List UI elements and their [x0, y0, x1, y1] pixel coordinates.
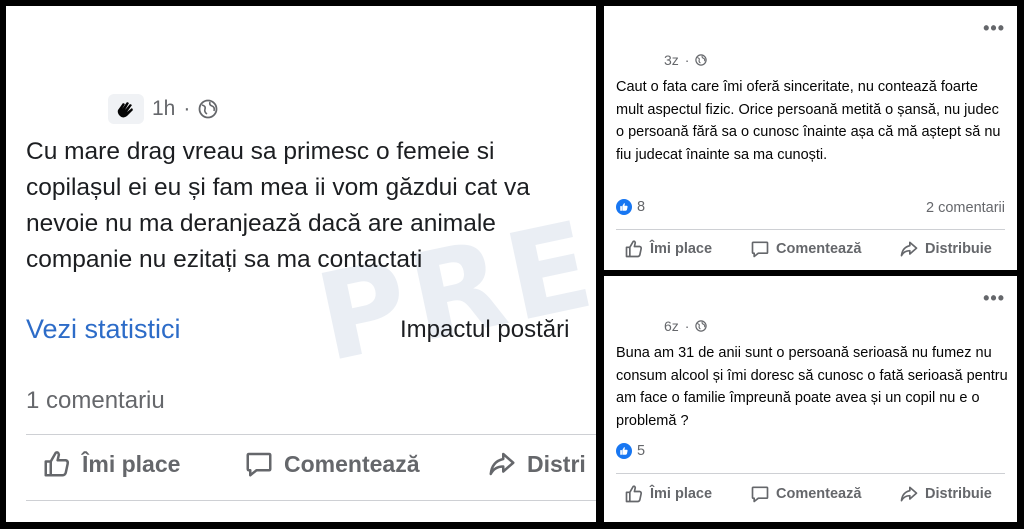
share-button[interactable]: Distribuie	[899, 484, 992, 504]
share-button[interactable]: Distribuie	[899, 239, 992, 259]
meta-separator: ·	[183, 97, 191, 120]
reactions-summary[interactable]: 8	[616, 199, 645, 215]
comment-label: Comentează	[284, 450, 420, 477]
post-body: Buna am 31 de anii sunt o persoană serio…	[616, 345, 1008, 429]
comment-count[interactable]: 2 comentarii	[926, 200, 1005, 216]
post-actions: Îmi place Comentează Distri	[42, 449, 586, 479]
comment-button[interactable]: Comentează	[750, 484, 899, 504]
reaction-count: 8	[637, 199, 646, 215]
post-meta: 1h ·	[108, 94, 218, 124]
share-icon	[900, 486, 918, 502]
globe-icon	[695, 54, 708, 66]
divider	[26, 434, 596, 435]
comment-count[interactable]: 1 comentariu	[26, 387, 165, 415]
post-time[interactable]: 6z	[664, 318, 679, 334]
globe-icon	[198, 99, 218, 119]
thumbs-up-icon	[625, 240, 642, 258]
comment-icon	[246, 452, 272, 477]
reaction-count: 5	[637, 443, 646, 459]
share-label: Distribuie	[925, 241, 992, 257]
meta-separator: ·	[684, 318, 690, 334]
thumbs-up-icon	[44, 451, 69, 477]
left-post-panel: PRESASM 1h · Cu mare drag vreau sa prime…	[6, 6, 596, 522]
more-options-icon[interactable]: •••	[983, 288, 1005, 309]
right-top-post-panel: ••• 3z · Caut o fata care îmi oferă sinc…	[604, 6, 1017, 270]
post-impact-label[interactable]: Impactul postări	[400, 316, 569, 344]
divider	[616, 473, 1005, 474]
comment-button[interactable]: Comentează	[244, 449, 487, 479]
like-label: Îmi place	[650, 486, 713, 502]
post-meta: 3z ·	[664, 52, 708, 68]
share-label: Distri	[527, 450, 586, 477]
share-button[interactable]: Distri	[487, 449, 586, 479]
like-button[interactable]: Îmi place	[42, 449, 244, 479]
thumbs-up-icon	[625, 485, 642, 503]
meta-separator: ·	[684, 52, 690, 68]
comment-label: Comentează	[776, 486, 862, 502]
like-reaction-icon	[616, 199, 632, 215]
right-bottom-post-panel: ••• 6z · Buna am 31 de anii sunt o perso…	[604, 276, 1017, 522]
divider	[26, 500, 596, 501]
comment-icon	[751, 486, 769, 503]
globe-icon	[695, 320, 708, 332]
more-options-icon[interactable]: •••	[983, 18, 1005, 39]
post-actions: Îmi place Comentează Distribuie	[624, 484, 992, 504]
share-icon	[900, 241, 918, 257]
divider	[616, 229, 1005, 230]
reactions-summary[interactable]: 5	[616, 443, 645, 459]
like-button[interactable]: Îmi place	[624, 239, 750, 259]
hand-wave-icon	[108, 94, 144, 124]
comment-button[interactable]: Comentează	[750, 239, 899, 259]
share-label: Distribuie	[925, 486, 992, 502]
like-label: Îmi place	[650, 241, 713, 257]
comment-label: Comentează	[776, 241, 862, 257]
post-body: Cu mare drag vreau sa primesc o femeie s…	[26, 138, 530, 273]
view-insights-link[interactable]: Vezi statistici	[26, 314, 181, 345]
like-reaction-icon	[616, 443, 632, 459]
share-icon	[489, 452, 515, 476]
post-time[interactable]: 3z	[664, 52, 679, 68]
comment-icon	[751, 241, 769, 258]
like-label: Îmi place	[82, 450, 181, 477]
post-meta: 6z ·	[664, 318, 708, 334]
post-body: Caut o fata care îmi oferă sinceritate, …	[616, 79, 1001, 163]
like-button[interactable]: Îmi place	[624, 484, 750, 504]
post-time[interactable]: 1h	[152, 97, 175, 121]
post-actions: Îmi place Comentează Distribuie	[624, 239, 992, 259]
